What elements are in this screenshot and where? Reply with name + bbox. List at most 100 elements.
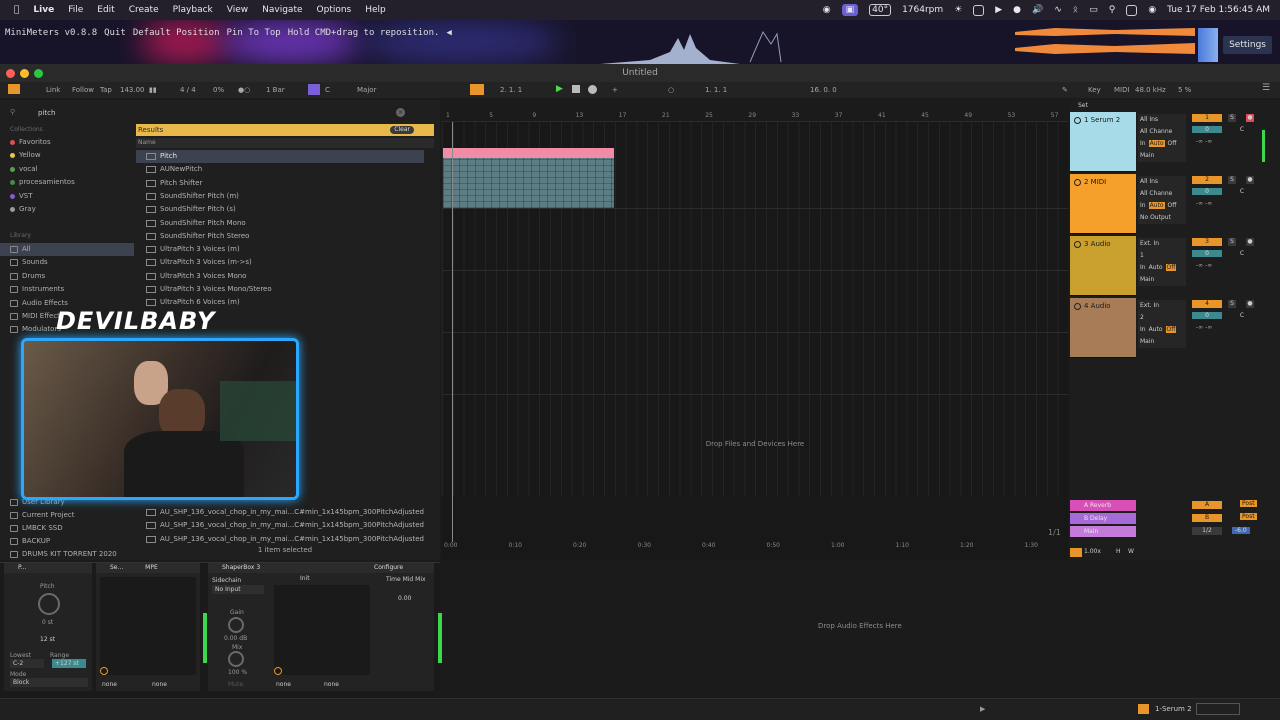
track-fold-icon[interactable] bbox=[1074, 302, 1081, 310]
result-item[interactable]: UltraPitch 3 Voices (m->s) bbox=[146, 256, 434, 269]
time-mid-mix-value[interactable]: 0.00 bbox=[398, 595, 411, 602]
monitor-auto-button[interactable]: Auto bbox=[1149, 326, 1163, 333]
library-item[interactable]: Sounds bbox=[10, 256, 48, 269]
add-icon[interactable]: + bbox=[612, 86, 618, 94]
solo-button[interactable]: S bbox=[1228, 176, 1236, 184]
serum-none-1[interactable]: none bbox=[102, 681, 117, 688]
wifi-icon[interactable]: ∿ bbox=[1054, 5, 1062, 15]
serum-plugin-area[interactable] bbox=[100, 577, 196, 675]
screen-share-icon[interactable]: ▣ bbox=[841, 4, 859, 16]
return-track[interactable]: B Delay bbox=[1070, 513, 1136, 524]
result-item[interactable]: UltraPitch 3 Voices Mono bbox=[146, 270, 434, 283]
solo-button[interactable]: S bbox=[1228, 300, 1236, 308]
result-item[interactable]: UltraPitch 3 Voices (m) bbox=[146, 243, 434, 256]
name-column-header[interactable]: Name bbox=[136, 138, 434, 148]
window-icon[interactable] bbox=[973, 4, 985, 16]
location-icon[interactable]: ● bbox=[1013, 5, 1021, 15]
stop-button[interactable] bbox=[572, 85, 580, 93]
serum-macro-icon[interactable] bbox=[100, 667, 108, 675]
output-select[interactable]: Main bbox=[1138, 150, 1186, 162]
zoom-window-button[interactable] bbox=[34, 69, 43, 78]
pan-knob[interactable]: C bbox=[1238, 312, 1246, 320]
mpe-label[interactable]: MPE bbox=[145, 564, 158, 571]
library-item[interactable]: Instruments bbox=[10, 283, 64, 296]
tempo-field[interactable]: 143.00 bbox=[120, 86, 145, 94]
result-item[interactable]: AUNewPitch bbox=[146, 163, 434, 176]
arm-button[interactable]: ● bbox=[1246, 176, 1254, 184]
zoom-level[interactable]: 1.00x bbox=[1084, 548, 1101, 555]
result-item[interactable]: SoundShifter Pitch Stereo bbox=[146, 230, 434, 243]
menu-navigate[interactable]: Navigate bbox=[262, 5, 302, 15]
key-select[interactable]: C bbox=[325, 86, 330, 94]
record-quantize-icon[interactable]: ●○ bbox=[238, 86, 250, 94]
monitor-off-button[interactable]: Off bbox=[1168, 140, 1177, 147]
h-toggle[interactable]: H bbox=[1116, 548, 1121, 555]
link-button[interactable]: Link bbox=[46, 86, 60, 94]
collection-item[interactable]: Gray bbox=[10, 203, 36, 216]
arm-button[interactable]: ● bbox=[1246, 114, 1254, 122]
mix-knob[interactable] bbox=[228, 651, 244, 667]
result-item[interactable]: SoundShifter Pitch (s) bbox=[146, 203, 434, 216]
pitch-knob[interactable] bbox=[38, 593, 60, 615]
lowest-field[interactable]: C-2 bbox=[10, 659, 44, 668]
track-volume[interactable]: 0 bbox=[1192, 188, 1222, 195]
menu-options[interactable]: Options bbox=[317, 5, 352, 15]
post-toggle[interactable]: Post bbox=[1240, 500, 1257, 507]
mute-button[interactable]: Mute bbox=[228, 681, 243, 688]
record-button[interactable] bbox=[588, 85, 597, 94]
track-fold-icon[interactable] bbox=[1074, 116, 1081, 124]
menu-file[interactable]: File bbox=[68, 5, 83, 15]
scale-mode-icon[interactable] bbox=[308, 84, 320, 95]
monitor-in-button[interactable]: In bbox=[1140, 326, 1146, 333]
follow-button[interactable]: Follow bbox=[72, 86, 94, 94]
menu-view[interactable]: View bbox=[227, 5, 248, 15]
time-signature[interactable]: 4 / 4 bbox=[180, 86, 196, 94]
result-item[interactable]: Pitch Shifter bbox=[146, 177, 434, 190]
pan-knob[interactable]: C bbox=[1238, 250, 1246, 258]
monitor-off-button[interactable]: Off bbox=[1168, 202, 1177, 209]
gain-knob[interactable] bbox=[228, 617, 244, 633]
arm-button[interactable]: ● bbox=[1246, 300, 1254, 308]
track-name[interactable]: 2 MIDI bbox=[1074, 178, 1106, 186]
collection-item[interactable]: Favoritos bbox=[10, 136, 51, 149]
minimize-window-button[interactable] bbox=[20, 69, 29, 78]
monitor-auto-button[interactable]: Auto bbox=[1148, 202, 1165, 209]
track-name[interactable]: 4 Audio bbox=[1074, 302, 1111, 310]
track-header[interactable]: 4 Audio bbox=[1070, 298, 1136, 358]
fan-rpm-indicator[interactable]: 1764rpm bbox=[902, 5, 943, 15]
brightness-icon[interactable]: ☀ bbox=[954, 5, 962, 15]
shaperbox-macro-icon[interactable] bbox=[274, 667, 282, 675]
drop-audio-effects-area[interactable]: Drop Audio Effects Here bbox=[442, 564, 1280, 702]
menu-help[interactable]: Help bbox=[365, 5, 386, 15]
monitor-auto-button[interactable]: Auto bbox=[1148, 140, 1165, 147]
menu-icon[interactable]: ☰ bbox=[1262, 83, 1270, 93]
monitor-off-button[interactable]: Off bbox=[1165, 326, 1177, 333]
default-position-button[interactable]: Default Position bbox=[133, 28, 220, 38]
pencil-icon[interactable]: ✎ bbox=[1062, 86, 1068, 94]
pan-knob[interactable]: C bbox=[1238, 188, 1246, 196]
volume-icon[interactable]: 🔊 bbox=[1032, 5, 1043, 15]
collection-item[interactable]: VST bbox=[10, 190, 33, 203]
collection-item[interactable]: Yellow bbox=[10, 149, 41, 162]
post-toggle[interactable]: Post bbox=[1240, 513, 1257, 520]
track-name[interactable]: 1 Serum 2 bbox=[1074, 116, 1120, 124]
quantize-select[interactable]: 1 Bar bbox=[266, 86, 285, 94]
preset-name[interactable]: Init bbox=[300, 575, 310, 582]
send-values[interactable]: -∞ -∞ bbox=[1196, 200, 1212, 207]
drop-files-area[interactable]: Drop Files and Devices Here bbox=[442, 440, 1068, 448]
tap-button[interactable]: Tap bbox=[100, 86, 112, 94]
control-center-icon[interactable] bbox=[1126, 4, 1138, 16]
loop-icon[interactable]: ○ bbox=[668, 86, 674, 94]
scale-select[interactable]: Major bbox=[357, 86, 376, 94]
input-type-select[interactable]: Ext. In bbox=[1138, 238, 1186, 250]
input-type-select[interactable]: All Ins bbox=[1138, 176, 1186, 188]
track-fold-icon[interactable] bbox=[1074, 178, 1081, 186]
library-item[interactable]: All bbox=[10, 243, 31, 256]
menu-edit[interactable]: Edit bbox=[97, 5, 114, 15]
set-button[interactable]: Set bbox=[1078, 102, 1088, 109]
monitor-in-button[interactable]: In bbox=[1140, 202, 1146, 209]
monitor-in-button[interactable]: In bbox=[1140, 140, 1146, 147]
monitor-select[interactable]: In Auto Off bbox=[1138, 262, 1186, 274]
apple-icon[interactable]:  bbox=[14, 5, 19, 15]
place-item[interactable]: Current Project bbox=[10, 509, 74, 522]
